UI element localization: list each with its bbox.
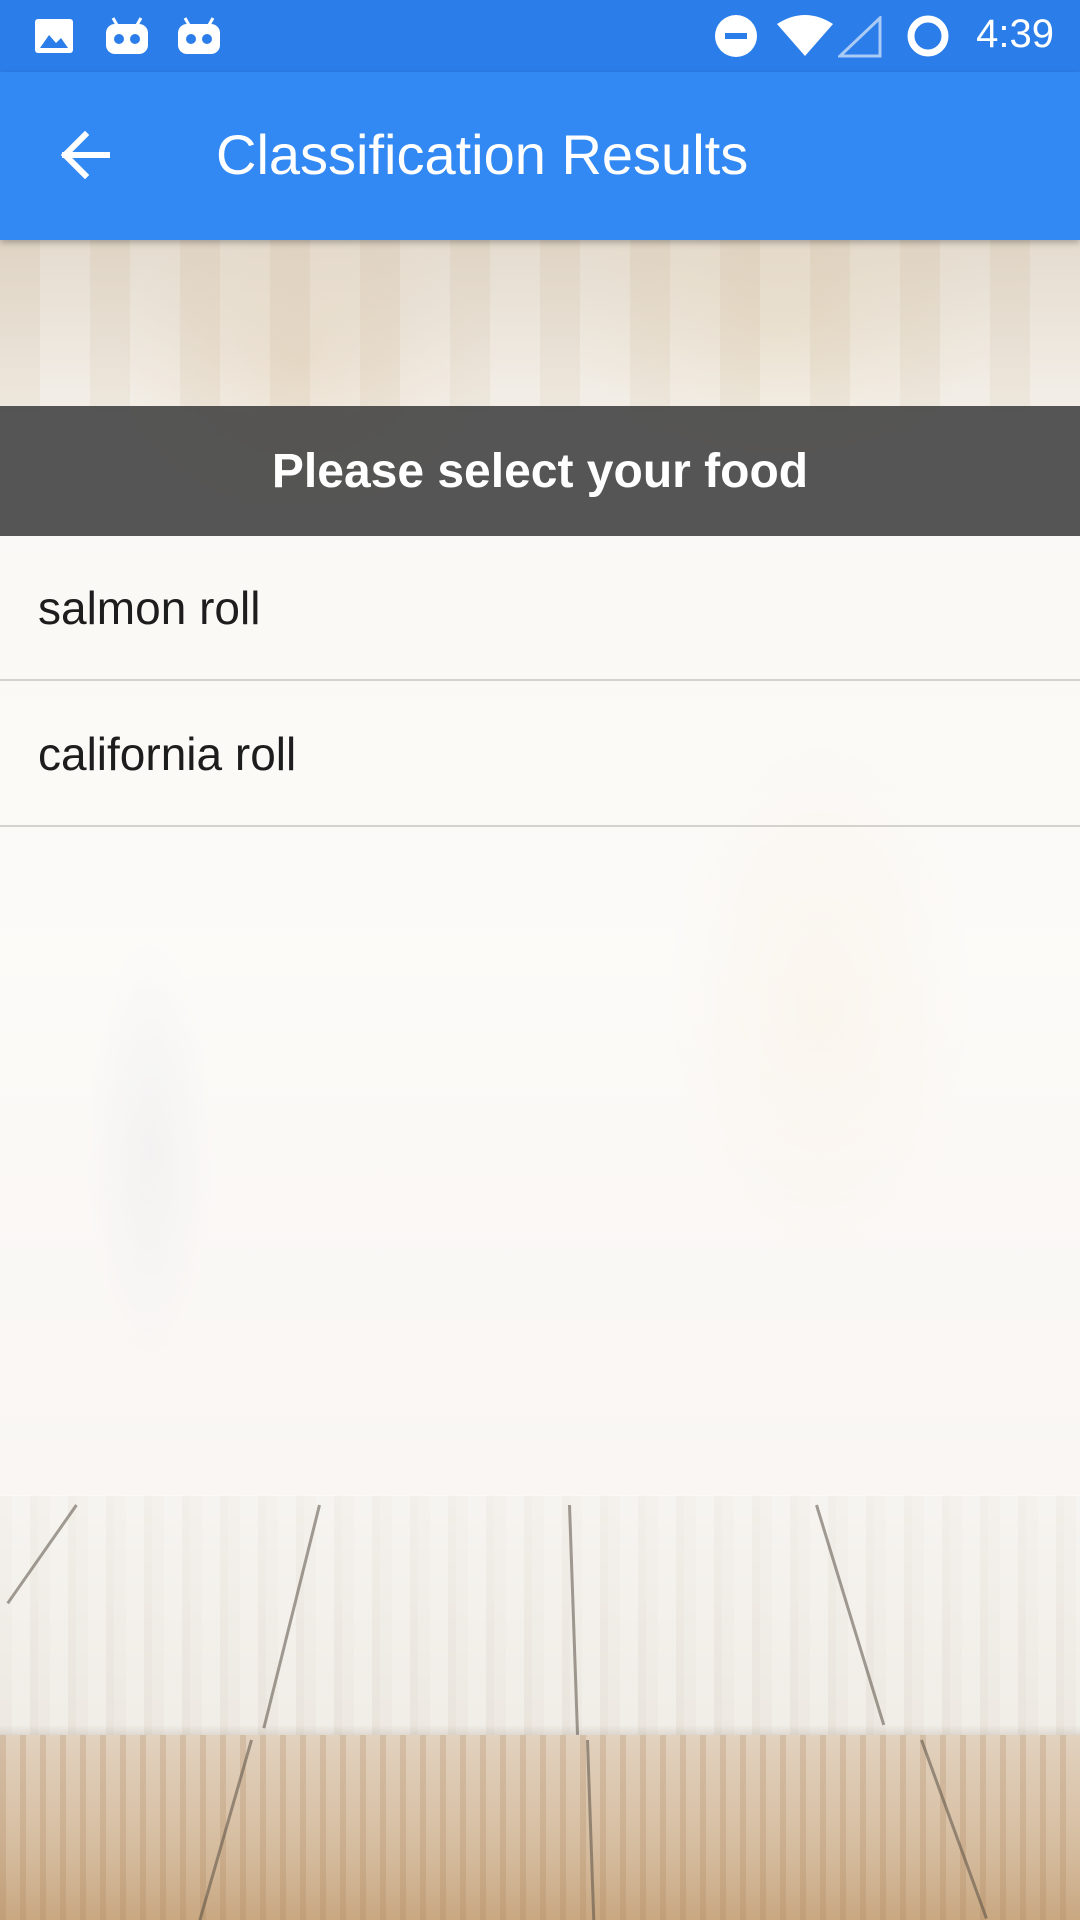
banner-title: Please select your food	[271, 444, 809, 498]
cell-signal-icon	[836, 14, 882, 63]
list-item-label: california roll	[38, 728, 297, 780]
list-item-salmon-roll[interactable]: salmon roll	[0, 536, 1080, 681]
status-bar: 4:39	[0, 0, 1080, 72]
results-list: salmon roll california roll	[0, 536, 1080, 1496]
do-not-disturb-icon	[714, 14, 758, 63]
back-button[interactable]	[40, 112, 130, 202]
android-robot-icon	[176, 16, 222, 61]
status-time: 4:39	[976, 12, 1054, 56]
wifi-icon	[776, 14, 834, 63]
loading-ring-icon	[906, 14, 950, 63]
android-robot-icon	[104, 16, 150, 61]
list-item-label: salmon roll	[38, 582, 261, 634]
arrow-back-icon	[59, 130, 111, 184]
select-food-banner: Please select your food	[0, 406, 1080, 536]
wooden-table-top	[0, 1495, 1080, 1735]
app-bar: Classification Results	[0, 72, 1080, 240]
image-icon	[34, 18, 74, 59]
list-item-california-roll[interactable]: california roll	[0, 682, 1080, 827]
page-title: Classification Results	[216, 123, 749, 186]
wooden-table-front	[0, 1735, 1080, 1920]
background-blur-strip	[0, 240, 1080, 410]
